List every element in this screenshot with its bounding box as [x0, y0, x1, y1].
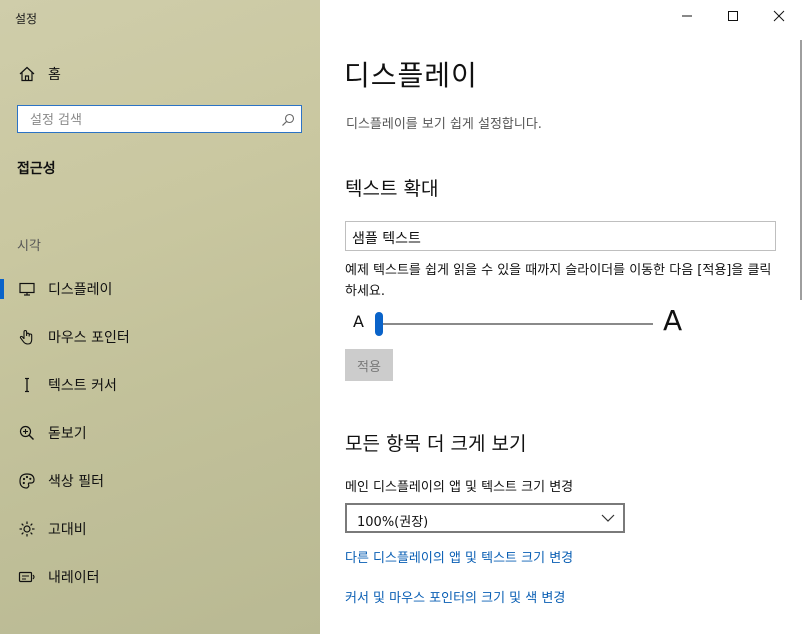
sidebar-item-label: 돋보기 — [48, 426, 87, 442]
search-input[interactable] — [28, 110, 272, 130]
slider-min-label: A — [353, 312, 364, 331]
sidebar-item-label: 홈 — [48, 67, 61, 83]
sidebar-item-label: 마우스 포인터 — [48, 330, 130, 346]
sidebar-item-mouse-pointer[interactable]: 마우스 포인터 — [0, 319, 320, 355]
scale-field-label: 메인 디스플레이의 앱 및 텍스트 크기 변경 — [345, 480, 574, 495]
monitor-icon — [18, 280, 36, 298]
window-title: 설정 — [15, 12, 38, 26]
section-title: 시각 — [17, 239, 41, 254]
scale-selected-value: 100%(권장) — [357, 515, 429, 530]
sidebar-item-high-contrast[interactable]: 고대비 — [0, 511, 320, 547]
sidebar-item-home[interactable]: 홈 — [0, 58, 320, 90]
text-size-slider[interactable]: A A — [345, 304, 785, 342]
sidebar-item-display[interactable]: 디스플레이 — [0, 271, 320, 307]
mouse-pointer-icon — [18, 328, 36, 346]
sidebar-item-magnifier[interactable]: 돋보기 — [0, 415, 320, 451]
narrator-icon — [18, 568, 36, 586]
contrast-icon — [18, 520, 36, 538]
chevron-down-icon — [601, 514, 615, 522]
active-indicator — [0, 279, 4, 299]
sample-text: 샘플 텍스트 — [352, 231, 421, 247]
page-title: 디스플레이 — [344, 59, 478, 92]
sidebar-item-label: 디스플레이 — [48, 282, 113, 298]
apply-button[interactable]: 적용 — [345, 349, 393, 381]
page-description: 디스플레이를 보기 쉽게 설정합니다. — [346, 117, 542, 132]
sidebar-item-label: 색상 필터 — [48, 474, 104, 490]
text-size-heading: 텍스트 확대 — [345, 178, 439, 200]
slider-track[interactable] — [377, 323, 653, 325]
palette-icon — [18, 472, 36, 490]
group-title: 접근성 — [17, 161, 56, 177]
home-icon — [18, 65, 36, 83]
search-box[interactable] — [17, 105, 302, 133]
sidebar-item-text-cursor[interactable]: 텍스트 커서 — [0, 367, 320, 403]
sidebar-item-color-filters[interactable]: 색상 필터 — [0, 463, 320, 499]
magnifier-icon — [18, 424, 36, 442]
cursor-pointer-size-link[interactable]: 커서 및 마우스 포인터의 크기 및 색 변경 — [345, 587, 565, 606]
sidebar-item-label: 텍스트 커서 — [48, 378, 117, 394]
sidebar-item-label: 내레이터 — [48, 570, 100, 586]
sidebar-item-narrator[interactable]: 내레이터 — [0, 559, 320, 595]
other-display-scale-link[interactable]: 다른 디스플레이의 앱 및 텍스트 크기 변경 — [345, 547, 573, 566]
sidebar: 설정 홈 접근성 시각 디스플레이 마우스 포인터 텍스트 커서 — [0, 0, 320, 634]
search-icon[interactable] — [281, 112, 295, 126]
slider-thumb[interactable] — [375, 312, 383, 336]
sidebar-item-label: 고대비 — [48, 522, 87, 538]
text-cursor-icon — [18, 376, 36, 394]
make-bigger-heading: 모든 항목 더 크게 보기 — [345, 433, 527, 455]
scale-dropdown[interactable]: 100%(권장) — [345, 503, 625, 533]
slider-max-label: A — [663, 304, 683, 337]
main-content: 디스플레이 디스플레이를 보기 쉽게 설정합니다. 텍스트 확대 샘플 텍스트 … — [320, 0, 802, 634]
sample-text-box: 샘플 텍스트 — [345, 221, 776, 251]
text-size-instruction: 예제 텍스트를 쉽게 읽을 수 있을 때까지 슬라이더를 이동한 다음 [적용]… — [345, 263, 772, 299]
